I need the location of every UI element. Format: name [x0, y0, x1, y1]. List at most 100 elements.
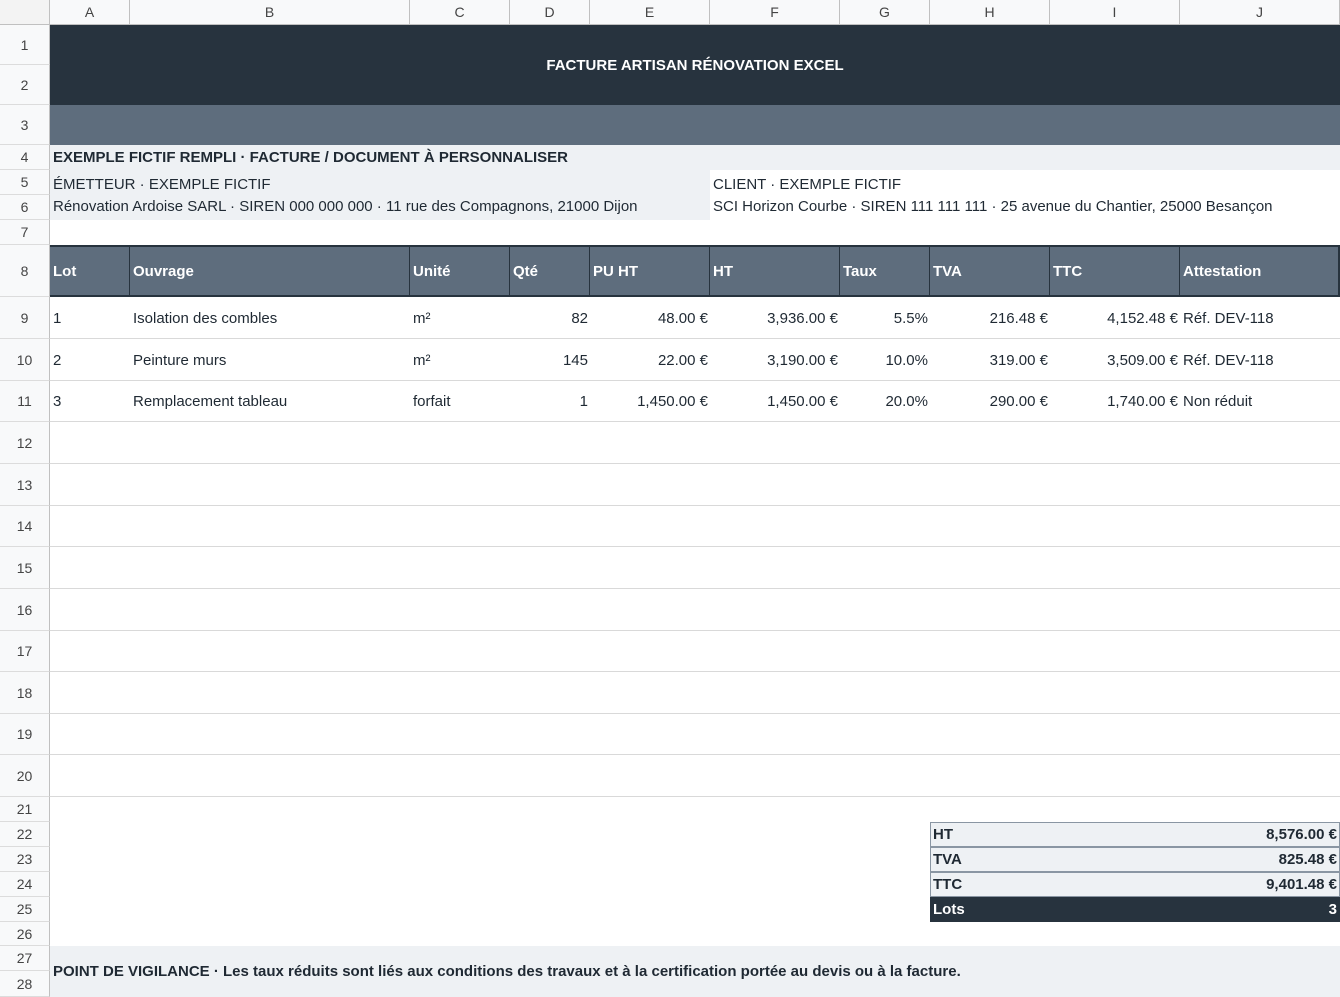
row-header[interactable]: 3: [0, 105, 50, 145]
cell-taux[interactable]: 5.5%: [840, 310, 928, 327]
header-pu-ht[interactable]: PU HT: [590, 245, 710, 297]
column-header-d[interactable]: D: [510, 0, 590, 25]
cell-attestation[interactable]: Non réduit: [1183, 393, 1252, 410]
cell-tva[interactable]: 216.48 €: [930, 310, 1048, 327]
total-tva-row[interactable]: TVA 825.48 €: [930, 847, 1340, 872]
row-number: 21: [16, 801, 33, 817]
column-header-h[interactable]: H: [930, 0, 1050, 25]
row-header[interactable]: 10: [0, 339, 50, 381]
cell-taux[interactable]: 10.0%: [840, 352, 928, 369]
cell-unite[interactable]: m²: [413, 352, 431, 369]
client-label[interactable]: CLIENT · EXEMPLE FICTIF: [713, 176, 901, 193]
row-number: 5: [20, 174, 29, 190]
row-number: 13: [16, 476, 33, 493]
cell-attestation[interactable]: Réf. DEV-118: [1183, 352, 1274, 369]
row-header[interactable]: 1: [0, 25, 50, 65]
column-header-e[interactable]: E: [590, 0, 710, 25]
cell-tva[interactable]: 319.00 €: [930, 352, 1048, 369]
cell-ouvrage[interactable]: Remplacement tableau: [133, 393, 287, 410]
cell-ht[interactable]: 3,936.00 €: [710, 310, 838, 327]
vigilance-note[interactable]: POINT DE VIGILANCE · Les taux réduits so…: [53, 963, 961, 980]
row-header[interactable]: 28: [0, 971, 50, 997]
row-header[interactable]: 13: [0, 464, 50, 506]
total-ht-row[interactable]: HT 8,576.00 €: [930, 822, 1340, 847]
row-header[interactable]: 19: [0, 714, 50, 755]
cell-unite[interactable]: forfait: [413, 393, 451, 410]
cell-ttc[interactable]: 4,152.48 €: [1050, 310, 1178, 327]
row-header[interactable]: 9: [0, 297, 50, 339]
cell-tva[interactable]: 290.00 €: [930, 393, 1048, 410]
header-taux[interactable]: Taux: [840, 245, 930, 297]
invoice-subtitle[interactable]: EXEMPLE FICTIF REMPLI · FACTURE / DOCUME…: [53, 149, 568, 166]
column-header-f[interactable]: F: [710, 0, 840, 25]
client-details[interactable]: SCI Horizon Courbe · SIREN 111 111 111 ·…: [713, 198, 1273, 215]
row-header[interactable]: 15: [0, 547, 50, 589]
cell-ttc[interactable]: 3,509.00 €: [1050, 352, 1178, 369]
cell-ouvrage[interactable]: Peinture murs: [133, 352, 226, 369]
cell-ht[interactable]: 1,450.00 €: [710, 393, 838, 410]
header-ouvrage[interactable]: Ouvrage: [130, 245, 410, 297]
row-header[interactable]: 12: [0, 422, 50, 464]
total-lots-row[interactable]: Lots 3: [930, 897, 1340, 922]
header-ht[interactable]: HT: [710, 245, 840, 297]
row-header[interactable]: 6: [0, 195, 50, 220]
column-header-g[interactable]: G: [840, 0, 930, 25]
emitter-label[interactable]: ÉMETTEUR · EXEMPLE FICTIF: [53, 176, 271, 193]
cell-qte[interactable]: 1: [510, 393, 588, 410]
cell-ht[interactable]: 3,190.00 €: [710, 352, 838, 369]
row-header[interactable]: 26: [0, 922, 50, 946]
row-header[interactable]: 8: [0, 245, 50, 297]
row-header[interactable]: 22: [0, 822, 50, 847]
row-header[interactable]: 14: [0, 506, 50, 547]
column-header-j[interactable]: J: [1180, 0, 1340, 25]
row-header[interactable]: 17: [0, 631, 50, 672]
row-header[interactable]: 5: [0, 170, 50, 195]
row-number: 20: [16, 767, 33, 784]
row-header[interactable]: 20: [0, 755, 50, 797]
row-number: 24: [16, 876, 33, 892]
cell-lot[interactable]: 2: [53, 352, 61, 369]
cell-lot[interactable]: 3: [53, 393, 61, 410]
row-header[interactable]: 7: [0, 220, 50, 245]
column-header-a[interactable]: A: [50, 0, 130, 25]
row-number: 27: [16, 950, 33, 966]
cell-pu-ht[interactable]: 1,450.00 €: [590, 393, 708, 410]
header-attestation[interactable]: Attestation: [1180, 245, 1340, 297]
row-header[interactable]: 4: [0, 145, 50, 170]
cell-pu-ht[interactable]: 48.00 €: [590, 310, 708, 327]
row-header[interactable]: 27: [0, 946, 50, 971]
row-header[interactable]: 11: [0, 381, 50, 422]
cell-lot[interactable]: 1: [53, 310, 61, 327]
emitter-details[interactable]: Rénovation Ardoise SARL · SIREN 000 000 …: [53, 198, 638, 215]
select-all-corner[interactable]: [0, 0, 50, 25]
cell-qte[interactable]: 145: [510, 352, 588, 369]
column-header-i[interactable]: I: [1050, 0, 1180, 25]
cell-ttc[interactable]: 1,740.00 €: [1050, 393, 1178, 410]
row-header[interactable]: 2: [0, 65, 50, 105]
row-header[interactable]: 24: [0, 872, 50, 897]
total-ttc-row[interactable]: TTC 9,401.48 €: [930, 872, 1340, 897]
cell-pu-ht[interactable]: 22.00 €: [590, 352, 708, 369]
row-divider: [50, 546, 1340, 547]
cell-attestation[interactable]: Réf. DEV-118: [1183, 310, 1274, 327]
header-tva[interactable]: TVA: [930, 245, 1050, 297]
row-header[interactable]: 16: [0, 589, 50, 631]
cell-qte[interactable]: 82: [510, 310, 588, 327]
row-header[interactable]: 18: [0, 672, 50, 714]
total-label: TTC: [933, 876, 963, 893]
row-header[interactable]: 25: [0, 897, 50, 922]
invoice-title[interactable]: FACTURE ARTISAN RÉNOVATION EXCEL: [50, 25, 1340, 105]
header-unite[interactable]: Unité: [410, 245, 510, 297]
column-header-c[interactable]: C: [410, 0, 510, 25]
column-header-b[interactable]: B: [130, 0, 410, 25]
total-label: TVA: [933, 851, 962, 868]
header-ttc[interactable]: TTC: [1050, 245, 1180, 297]
cell-unite[interactable]: m²: [413, 310, 431, 327]
row-divider: [50, 463, 1340, 464]
header-lot[interactable]: Lot: [50, 245, 130, 297]
cell-taux[interactable]: 20.0%: [840, 393, 928, 410]
row-header[interactable]: 21: [0, 797, 50, 822]
cell-ouvrage[interactable]: Isolation des combles: [133, 310, 277, 327]
row-header[interactable]: 23: [0, 847, 50, 872]
header-qte[interactable]: Qté: [510, 245, 590, 297]
